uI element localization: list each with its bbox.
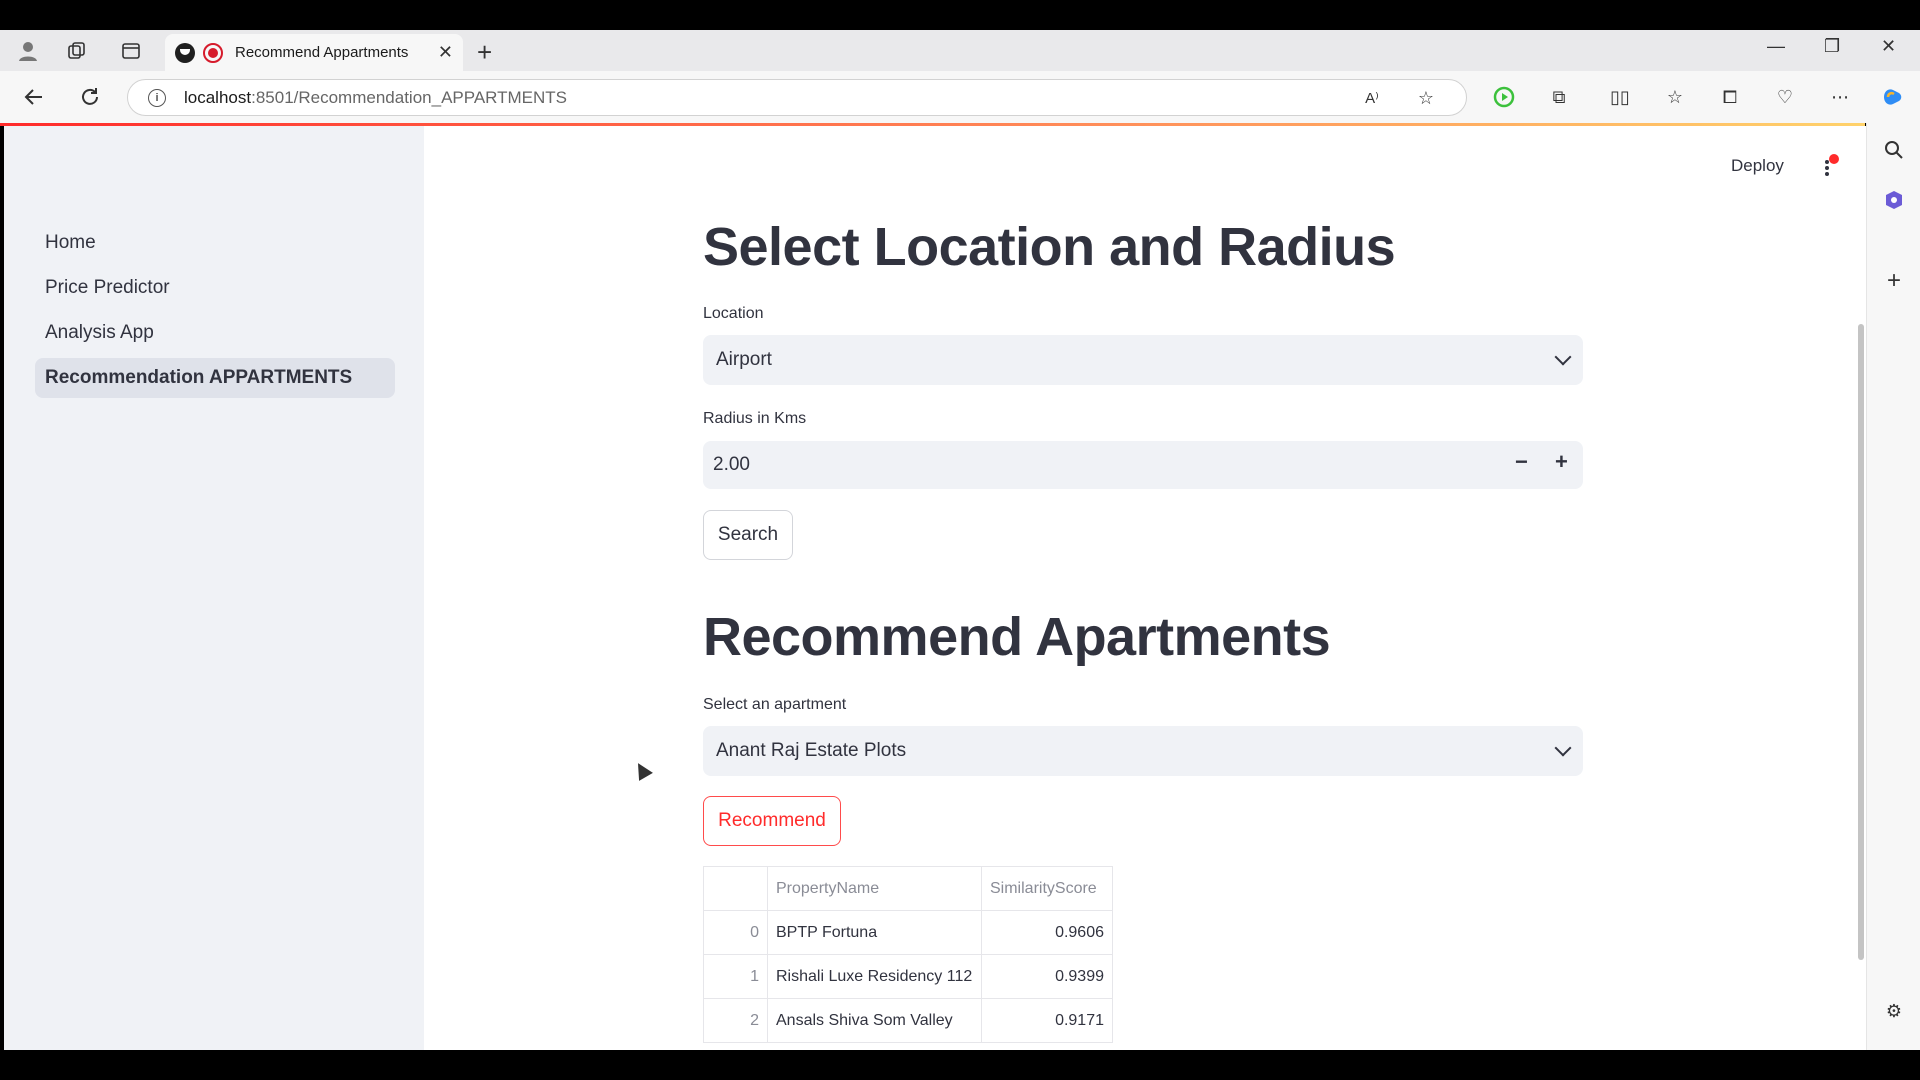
table-row: 2 Ansals Shiva Som Valley 0.9171 (703, 998, 1113, 1043)
recommend-button[interactable]: Recommend (703, 796, 841, 846)
tab-actions-icon[interactable] (117, 37, 145, 65)
extensions-icon[interactable]: ⧉ (1545, 83, 1573, 111)
apartment-select-value: Anant Raj Estate Plots (716, 740, 907, 761)
decrement-button[interactable]: − (1515, 449, 1528, 475)
location-label: Location (703, 305, 764, 322)
browser-essentials-icon[interactable]: ♡ (1771, 83, 1799, 111)
sidebar-item-price-predictor[interactable]: Price Predictor (35, 268, 395, 308)
favorites-icon[interactable]: ☆ (1661, 83, 1689, 111)
similarity-score-cell[interactable]: 0.9171 (981, 998, 1113, 1043)
radius-value[interactable]: 2.00 (713, 454, 750, 476)
table-header-row: PropertyName SimilarityScore (703, 866, 1113, 911)
sidebar-search-icon[interactable] (1880, 136, 1908, 164)
screen-top-border (0, 0, 1920, 30)
property-name-cell[interactable]: Rishali Luxe Residency 112 (767, 954, 982, 999)
page-scrollbar[interactable] (1858, 324, 1864, 960)
increment-button[interactable]: + (1555, 449, 1568, 475)
sidebar-add-icon[interactable]: + (1880, 267, 1908, 295)
edge-sidebar: + ⚙ (1866, 123, 1920, 1050)
table-header-property[interactable]: PropertyName (767, 866, 982, 911)
tab-close-icon[interactable]: ✕ (438, 42, 453, 63)
deploy-button[interactable]: Deploy (1731, 156, 1784, 176)
search-button[interactable]: Search (703, 510, 793, 560)
read-aloud-icon[interactable]: A⁾ (1358, 84, 1386, 112)
settings-more-icon[interactable]: ⋯ (1826, 83, 1854, 111)
sidebar-item-analysis-app[interactable]: Analysis App (35, 313, 395, 353)
url-host: localhost (184, 87, 252, 107)
notification-dot (1829, 154, 1839, 164)
browser-tabstrip: Recommend Appartments ✕ + — ❐ ✕ (0, 30, 1920, 71)
back-icon[interactable] (20, 83, 48, 111)
row-index: 0 (703, 910, 768, 955)
sidebar-office-icon[interactable] (1880, 186, 1908, 214)
radius-label: Radius in Kms (703, 410, 807, 427)
apartment-select[interactable]: Anant Raj Estate Plots (703, 726, 1583, 776)
sidebar-settings-gear-icon[interactable]: ⚙ (1880, 997, 1908, 1025)
main-content: Deploy Select Location and Radius Locati… (424, 126, 1866, 1050)
table-row: 0 BPTP Fortuna 0.9606 (703, 910, 1113, 955)
location-select[interactable]: Airport (703, 335, 1583, 385)
restore-icon[interactable]: ❐ (1824, 36, 1840, 57)
site-info-icon[interactable]: i (148, 88, 166, 107)
table-header-index (703, 866, 768, 911)
sidebar-item-recommendation[interactable]: Recommendation APPARTMENTS (35, 358, 395, 398)
split-screen-icon[interactable]: ▯▯ (1606, 83, 1634, 111)
recommend-heading: Recommend Apartments (703, 607, 1331, 667)
property-name-cell[interactable]: Ansals Shiva Som Valley (767, 998, 982, 1043)
extension-play-icon[interactable] (1490, 83, 1518, 111)
results-table[interactable]: PropertyName SimilarityScore 0 BPTP Fort… (703, 866, 1113, 1043)
property-name-cell[interactable]: BPTP Fortuna (767, 910, 982, 955)
apartment-label: Select an apartment (703, 696, 847, 713)
new-tab-icon[interactable]: + (477, 37, 492, 68)
row-index: 1 (703, 954, 768, 999)
favorite-star-icon[interactable]: ☆ (1412, 84, 1440, 112)
location-heading: Select Location and Radius (703, 217, 1396, 277)
browser-toolbar: i localhost:8501/Recommendation_APPARTME… (0, 71, 1920, 123)
row-index: 2 (703, 998, 768, 1043)
table-row: 1 Rishali Luxe Residency 112 0.9399 (703, 954, 1113, 999)
chevron-down-icon (1554, 739, 1572, 757)
main-menu-icon[interactable] (1817, 154, 1839, 178)
radius-number-input[interactable]: 2.00 − + (703, 441, 1583, 489)
recording-icon (203, 42, 223, 63)
reload-icon[interactable] (76, 83, 104, 111)
similarity-score-cell[interactable]: 0.9399 (981, 954, 1113, 999)
similarity-score-cell[interactable]: 0.9606 (981, 910, 1113, 955)
sidebar-item-home[interactable]: Home (35, 223, 395, 263)
streamlit-favicon-icon (175, 42, 195, 63)
copilot-icon[interactable] (1878, 83, 1906, 111)
collections-icon[interactable]: ⧠ (1716, 83, 1744, 111)
app-sidebar: Home Price Predictor Analysis App Recomm… (4, 126, 424, 1050)
browser-tab[interactable]: Recommend Appartments ✕ (165, 34, 463, 71)
tab-title: Recommend Appartments (235, 44, 409, 61)
screen-bottom-border (0, 1050, 1920, 1080)
location-select-value: Airport (716, 349, 772, 370)
url-path: :8501/Recommendation_APPARTMENTS (251, 87, 568, 107)
table-header-score[interactable]: SimilarityScore (981, 866, 1113, 911)
minimize-icon[interactable]: — (1767, 36, 1785, 57)
address-bar[interactable]: i localhost:8501/Recommendation_APPARTME… (127, 79, 1467, 116)
streamlit-app: Home Price Predictor Analysis App Recomm… (4, 126, 1866, 1050)
profile-icon[interactable] (14, 37, 42, 65)
close-window-icon[interactable]: ✕ (1881, 36, 1896, 57)
workspaces-icon[interactable] (63, 37, 91, 65)
chevron-down-icon (1554, 348, 1572, 366)
